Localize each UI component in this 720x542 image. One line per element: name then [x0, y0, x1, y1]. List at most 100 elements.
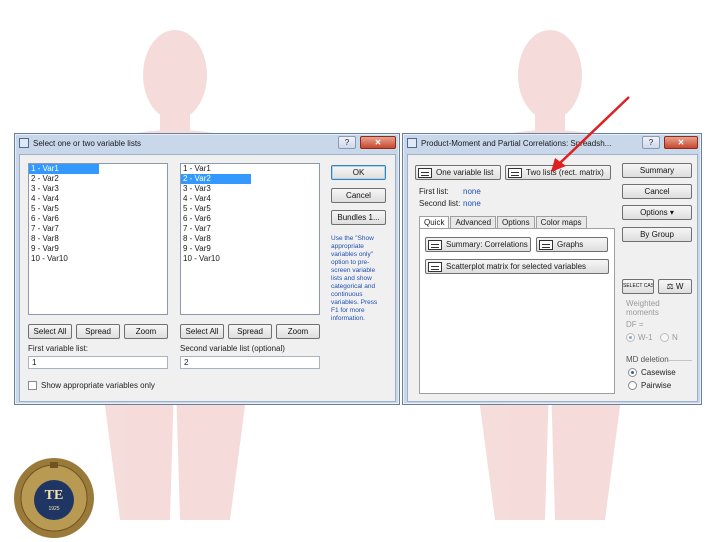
second-spread-button[interactable]: Spread	[228, 324, 272, 339]
close-button[interactable]: ✕	[664, 136, 698, 149]
second-list-item[interactable]: 7 - Var7	[181, 224, 319, 234]
select-variables-client: 1 - Var1 2 - Var2 3 - Var3 4 - Var4 5 - Var5…	[19, 154, 396, 402]
first-zoom-button[interactable]: Zoom	[124, 324, 168, 339]
chevron-down-icon: ▾	[669, 208, 674, 217]
casewise-label: Casewise	[641, 368, 676, 377]
help-button[interactable]: ?	[642, 136, 660, 149]
hint-text: Use the "Show appropriate variables only…	[331, 235, 378, 322]
second-list-item[interactable]: 3 - Var3	[181, 184, 319, 194]
first-list-item[interactable]: 3 - Var3	[29, 184, 167, 194]
bundles-button[interactable]: Bundles 1...	[331, 210, 386, 225]
options-tabs: Quick Advanced Options Color maps	[419, 216, 588, 228]
md-deletion-divider	[668, 360, 692, 361]
weight-button[interactable]: ⚖ W	[658, 279, 692, 294]
logo-initials: TE	[44, 488, 64, 503]
second-list-item[interactable]: 6 - Var6	[181, 214, 319, 224]
second-list-item[interactable]: 1 - Var1	[181, 164, 319, 174]
scatterplot-icon	[428, 261, 442, 272]
second-list-value: none	[463, 199, 481, 208]
first-list-item[interactable]: 6 - Var6	[29, 214, 167, 224]
first-list-item[interactable]: 5 - Var5	[29, 204, 167, 214]
summary-label: Summary	[639, 166, 675, 175]
cancel-button[interactable]: Cancel	[331, 188, 386, 203]
by-group-button[interactable]: By Group	[622, 227, 692, 242]
correlations-dialog: Product-Moment and Partial Correlations:…	[402, 133, 702, 405]
cancel-button[interactable]: Cancel	[622, 184, 692, 199]
options-button[interactable]: Options ▾	[622, 205, 692, 220]
first-list-label: First list:	[419, 187, 449, 196]
select-variables-dialog: Select one or two variable lists ? ✕ 1 -…	[14, 133, 400, 405]
second-list-label: Second list:	[419, 199, 461, 208]
tab-options[interactable]: Options	[497, 216, 535, 228]
variables-icon	[508, 167, 522, 178]
df-n-radio[interactable]	[660, 333, 669, 342]
quick-tab-panel: Summary: Correlations Graphs Scatterplot…	[419, 228, 615, 394]
md-deletion-label: MD deletion	[626, 355, 669, 364]
summary-correlations-label: Summary: Correlations	[446, 240, 528, 249]
first-variable-list-label: First variable list:	[28, 344, 89, 353]
first-list-item[interactable]: 8 - Var8	[29, 234, 167, 244]
first-select-all-button[interactable]: Select All	[28, 324, 72, 339]
pairwise-radio[interactable]	[628, 381, 637, 390]
correlations-client: One variable list Two lists (rect. matri…	[407, 154, 698, 402]
first-variable-list-field[interactable]: 1	[28, 356, 168, 369]
df-label: DF =	[626, 320, 644, 329]
weight-label: W	[675, 282, 684, 291]
tab-color-maps[interactable]: Color maps	[535, 216, 587, 228]
second-variable-list-field[interactable]: 2	[180, 356, 320, 369]
second-list-item[interactable]: 2 - Var2	[181, 174, 251, 184]
graphs-label: Graphs	[557, 240, 584, 249]
df-w1-radio[interactable]	[626, 333, 635, 342]
first-list-item[interactable]: 4 - Var4	[29, 194, 167, 204]
options-label: Options	[640, 208, 668, 217]
second-list-item[interactable]: 8 - Var8	[181, 234, 319, 244]
second-list-item[interactable]: 5 - Var5	[181, 204, 319, 214]
two-lists-label: Two lists (rect. matrix)	[526, 168, 604, 177]
summary-button[interactable]: Summary	[622, 163, 692, 178]
two-lists-button[interactable]: Two lists (rect. matrix)	[505, 165, 611, 180]
df-w1-label: W-1	[638, 333, 653, 342]
table-icon	[428, 239, 442, 250]
second-list-item[interactable]: 10 - Var10	[181, 254, 319, 264]
show-appropriate-checkbox[interactable]	[28, 381, 37, 390]
first-list-item[interactable]: 9 - Var9	[29, 244, 167, 254]
second-list-item[interactable]: 4 - Var4	[181, 194, 319, 204]
first-list-item[interactable]: 1 - Var1	[29, 164, 99, 174]
second-select-all-button[interactable]: Select All	[180, 324, 224, 339]
first-list-item[interactable]: 7 - Var7	[29, 224, 167, 234]
ok-button[interactable]: OK	[331, 165, 386, 180]
second-variable-listbox[interactable]: 1 - Var1 2 - Var2 3 - Var3 4 - Var4 5 - Var5…	[180, 163, 320, 315]
show-appropriate-label: Show appropriate variables only	[41, 381, 155, 390]
first-list-value: none	[463, 187, 481, 196]
weighted-moments-label: Weighted moments	[626, 299, 660, 317]
first-list-item[interactable]: 2 - Var2	[29, 174, 167, 184]
dialog-app-icon	[19, 138, 29, 148]
university-logo: TE 1925	[12, 456, 96, 540]
dialog-app-icon	[407, 138, 417, 148]
df-n-label: N	[672, 333, 678, 342]
graphs-button[interactable]: Graphs	[536, 237, 608, 252]
help-button[interactable]: ?	[338, 136, 356, 149]
second-list-item[interactable]: 9 - Var9	[181, 244, 319, 254]
scatterplot-matrix-button[interactable]: Scatterplot matrix for selected variable…	[425, 259, 609, 274]
scatterplot-matrix-label: Scatterplot matrix for selected variable…	[446, 262, 587, 271]
first-list-item[interactable]: 10 - Var10	[29, 254, 167, 264]
pairwise-label: Pairwise	[641, 381, 672, 390]
casewise-radio[interactable]	[628, 368, 637, 377]
first-spread-button[interactable]: Spread	[76, 324, 120, 339]
select-variables-title: Select one or two variable lists	[33, 138, 142, 148]
correlations-title: Product-Moment and Partial Correlations:…	[421, 138, 612, 148]
one-variable-list-button[interactable]: One variable list	[415, 165, 501, 180]
summary-correlations-button[interactable]: Summary: Correlations	[425, 237, 531, 252]
close-button[interactable]: ✕	[360, 136, 396, 149]
weight-icon: ⚖	[666, 282, 676, 291]
one-variable-list-label: One variable list	[436, 168, 494, 177]
select-cases-button[interactable]: SELECT CASES	[622, 279, 654, 294]
second-zoom-button[interactable]: Zoom	[276, 324, 320, 339]
second-variable-list-label: Second variable list (optional)	[180, 344, 285, 353]
variables-icon	[418, 167, 432, 178]
tab-quick[interactable]: Quick	[419, 216, 450, 228]
first-variable-listbox[interactable]: 1 - Var1 2 - Var2 3 - Var3 4 - Var4 5 - Var5…	[28, 163, 168, 315]
tab-advanced[interactable]: Advanced	[450, 216, 497, 228]
logo-year: 1925	[48, 506, 60, 512]
